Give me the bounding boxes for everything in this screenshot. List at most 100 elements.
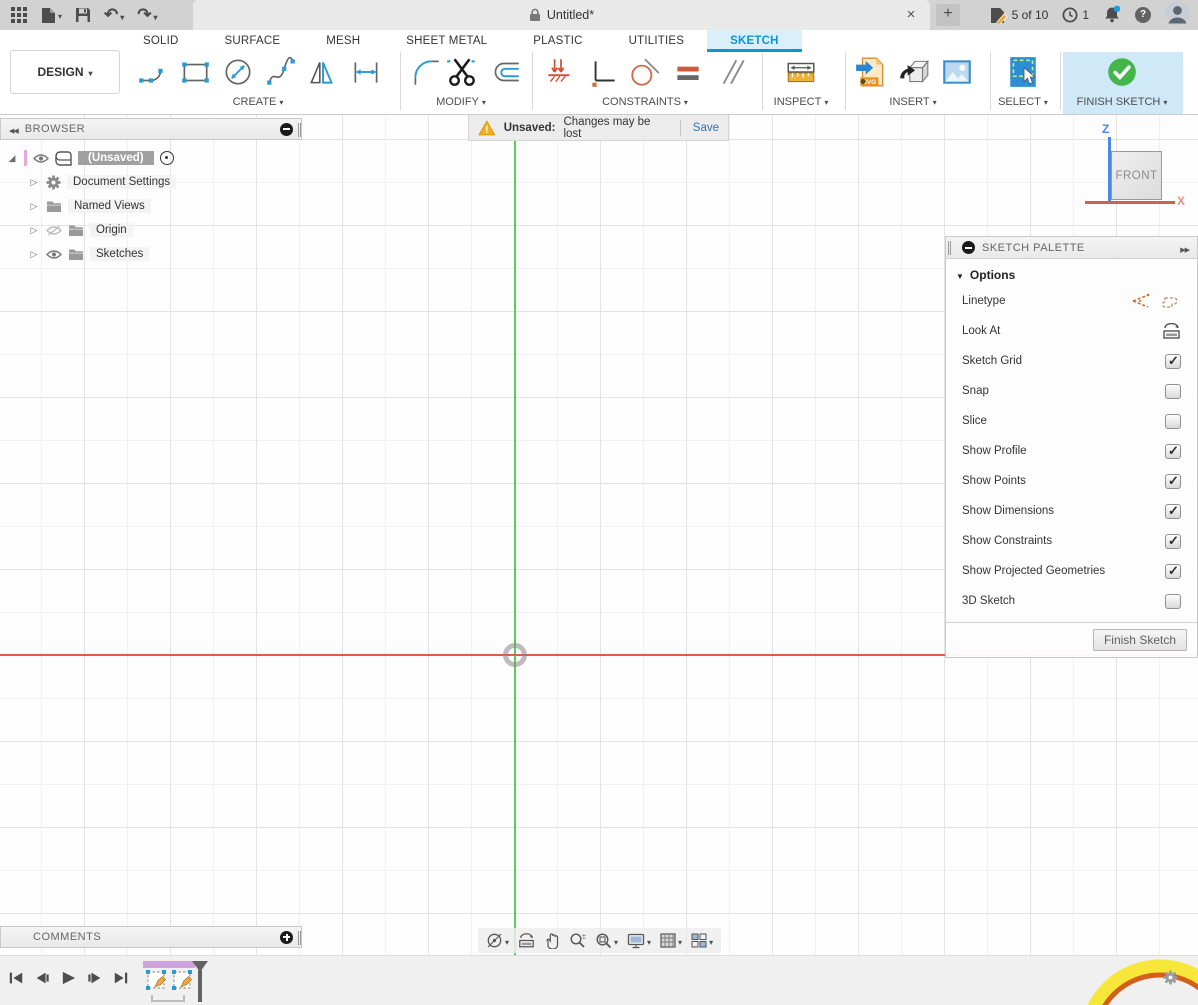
parallel-constraint-button[interactable] — [713, 54, 749, 90]
insert-derive-button[interactable] — [896, 54, 932, 90]
rectangle-tool-button[interactable] — [177, 54, 213, 90]
constraints-group-dropdown[interactable]: CONSTRAINTS — [602, 96, 688, 108]
grid-snaps-button[interactable] — [660, 933, 682, 948]
tab-surface[interactable]: SURFACE — [202, 30, 304, 52]
root-document-label[interactable]: (Unsaved) — [78, 151, 154, 165]
tree-item-label[interactable]: Sketches — [90, 247, 149, 261]
horizontal-vertical-constraint-button[interactable] — [585, 54, 621, 90]
options-section-header[interactable]: Options — [946, 259, 1197, 286]
visibility-eye-icon[interactable] — [46, 249, 62, 260]
timeline-marker-stem[interactable] — [198, 970, 202, 1002]
notifications-button[interactable] — [1103, 5, 1121, 26]
add-comment-icon[interactable] — [280, 931, 293, 944]
origin-point[interactable] — [503, 643, 527, 667]
select-tool-button[interactable] — [1005, 54, 1041, 90]
orbit-button[interactable] — [486, 932, 509, 949]
tab-mesh[interactable]: MESH — [303, 30, 383, 52]
comments-resize-handle[interactable] — [298, 931, 301, 945]
file-menu-button[interactable] — [41, 7, 62, 24]
app-launcher-icon[interactable] — [10, 6, 28, 24]
tangent-constraint-button[interactable] — [627, 54, 663, 90]
select-group-dropdown[interactable]: SELECT — [998, 96, 1048, 108]
insert-group-dropdown[interactable]: INSERT — [889, 96, 936, 108]
measure-tool-button[interactable] — [783, 54, 819, 90]
centerline-linetype-icon[interactable] — [1161, 293, 1181, 309]
create-group-dropdown[interactable]: CREATE — [233, 96, 284, 108]
document-tab[interactable]: Untitled* — [193, 0, 930, 30]
equal-constraint-button[interactable] — [670, 54, 706, 90]
timeline-go-to-end-button[interactable] — [113, 970, 129, 986]
zoom-button[interactable]: ± — [569, 932, 586, 949]
sketch-grid-checkbox[interactable] — [1165, 354, 1181, 369]
look-at-icon[interactable] — [1162, 323, 1181, 339]
tab-solid[interactable]: SOLID — [120, 30, 202, 52]
tab-sketch[interactable]: SKETCH — [707, 30, 801, 52]
tab-utilities[interactable]: UTILITIES — [606, 30, 707, 52]
redo-button[interactable]: ↷ — [137, 5, 157, 25]
trim-tool-button[interactable] — [444, 54, 480, 90]
show-projected-geometries-checkbox[interactable] — [1165, 564, 1181, 579]
show-constraints-checkbox[interactable] — [1165, 534, 1181, 549]
sketch-dimension-tool-button[interactable] — [348, 54, 384, 90]
display-settings-button[interactable] — [627, 933, 651, 949]
pan-button[interactable] — [544, 932, 560, 949]
activate-component-radio[interactable] — [160, 151, 174, 165]
insert-svg-button[interactable]: SVG — [853, 54, 889, 90]
timeline-go-to-start-button[interactable] — [8, 970, 24, 986]
browser-minimize-icon[interactable] — [280, 123, 293, 136]
look-at-button[interactable] — [518, 933, 535, 948]
timeline-step-forward-button[interactable] — [87, 970, 103, 986]
line-tool-button[interactable] — [135, 54, 171, 90]
palette-minimize-icon[interactable] — [962, 241, 975, 254]
palette-collapse-icon[interactable] — [1180, 241, 1189, 255]
insert-canvas-button[interactable] — [939, 54, 975, 90]
show-dimensions-checkbox[interactable] — [1165, 504, 1181, 519]
inspect-group-dropdown[interactable]: INSPECT — [774, 96, 829, 108]
job-status-indicator[interactable]: 5 of 10 — [989, 7, 1049, 24]
finish-sketch-dropdown[interactable]: FINISH SKETCH — [1077, 96, 1168, 108]
tree-item-label[interactable]: Named Views — [68, 199, 151, 213]
expand-icon[interactable] — [28, 225, 40, 236]
finish-sketch-palette-button[interactable]: Finish Sketch — [1093, 629, 1187, 651]
avatar[interactable] — [1165, 1, 1190, 29]
finish-sketch-button[interactable] — [1104, 54, 1140, 90]
expand-icon[interactable] — [28, 201, 40, 212]
tree-row-origin[interactable]: Origin — [6, 218, 306, 242]
expand-icon[interactable] — [28, 177, 40, 188]
viewcube-front-face[interactable]: FRONT — [1111, 151, 1162, 200]
expand-icon[interactable] — [6, 153, 18, 164]
snap-checkbox[interactable] — [1165, 384, 1181, 399]
slice-checkbox[interactable] — [1165, 414, 1181, 429]
history-indicator[interactable]: 1 — [1062, 7, 1089, 23]
palette-drag-handle[interactable] — [948, 241, 951, 255]
workspace-selector-button[interactable]: DESIGN — [10, 50, 120, 94]
timeline-step-back-button[interactable] — [34, 970, 50, 986]
circle-tool-button[interactable] — [220, 54, 256, 90]
fix-constraint-button[interactable] — [543, 54, 579, 90]
new-tab-button[interactable] — [936, 4, 960, 26]
fit-button[interactable] — [595, 932, 618, 949]
mirror-tool-button[interactable] — [305, 54, 341, 90]
expand-icon[interactable] — [28, 249, 40, 260]
undo-button[interactable]: ↶ — [104, 5, 124, 25]
construction-linetype-icon[interactable] — [1131, 293, 1151, 309]
tree-row-named-views[interactable]: Named Views — [6, 194, 306, 218]
timeline-sketch-feature-2[interactable] — [171, 969, 194, 992]
save-button[interactable] — [75, 7, 91, 23]
visibility-off-eye-icon[interactable] — [46, 225, 62, 236]
visibility-eye-icon[interactable] — [33, 153, 49, 164]
timeline-sketch-feature-1[interactable] — [145, 969, 168, 992]
y-axis-line[interactable] — [514, 115, 516, 955]
offset-tool-button[interactable] — [487, 54, 523, 90]
show-profile-checkbox[interactable] — [1165, 444, 1181, 459]
spline-tool-button[interactable] — [263, 54, 299, 90]
help-button[interactable] — [1135, 7, 1151, 23]
tree-row-document-settings[interactable]: Document Settings — [6, 170, 306, 194]
tab-sheet-metal[interactable]: SHEET METAL — [383, 30, 510, 52]
save-link[interactable]: Save — [689, 122, 719, 134]
close-tab-icon[interactable] — [902, 6, 920, 24]
modify-group-dropdown[interactable]: MODIFY — [436, 96, 486, 108]
collapse-browser-icon[interactable] — [9, 122, 18, 136]
tree-row-sketches[interactable]: Sketches — [6, 242, 306, 266]
show-points-checkbox[interactable] — [1165, 474, 1181, 489]
